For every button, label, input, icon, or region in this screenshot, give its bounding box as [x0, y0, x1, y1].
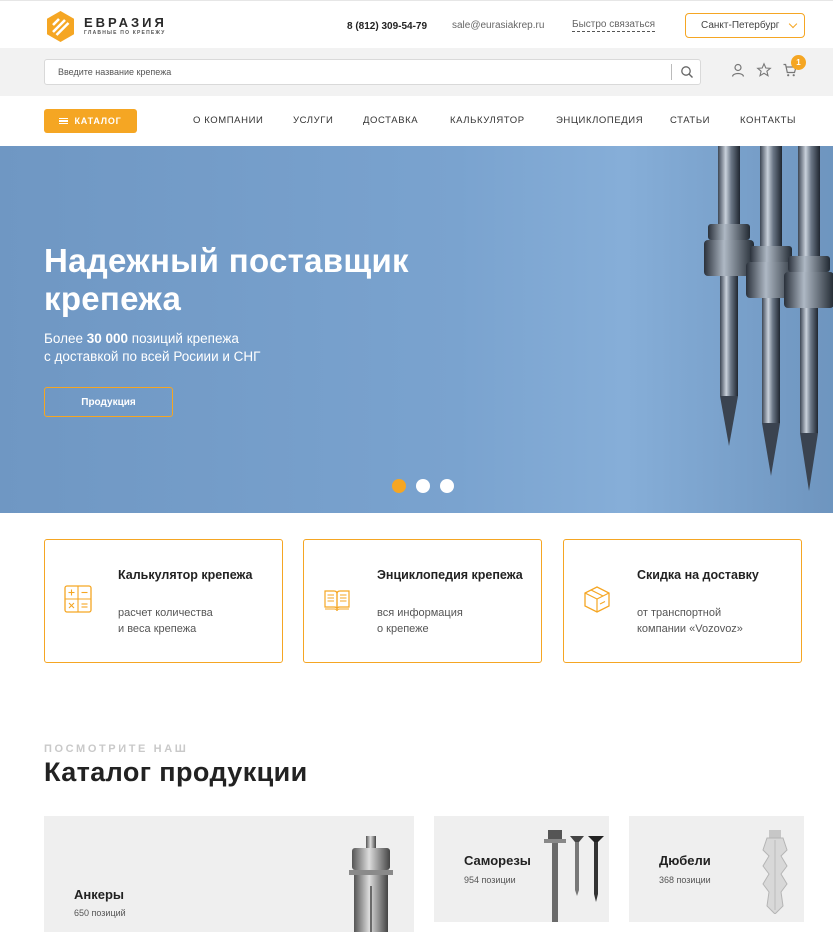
catalog-card-anchors[interactable]: Анкеры 650 позиций: [44, 816, 414, 932]
nav-link-articles[interactable]: СТАТЬИ: [670, 115, 710, 126]
feature-card-encyclopedia[interactable]: Энциклопедия крепежа вся информация о кр…: [303, 539, 542, 663]
logo-tagline: ГЛАВНЫЕ ПО КРЕПЕЖУ: [84, 29, 166, 36]
nav-link-services[interactable]: УСЛУГИ: [293, 115, 333, 126]
nav-link-calculator[interactable]: КАЛЬКУЛЯТОР: [450, 115, 525, 126]
nav-link-delivery[interactable]: ДОСТАВКА: [363, 115, 418, 126]
feature-title: Энциклопедия крепежа: [377, 568, 523, 582]
main-nav: КАТАЛОГ О КОМПАНИИ УСЛУГИ ДОСТАВКА КАЛЬК…: [0, 96, 833, 146]
catalog-button-label: КАТАЛОГ: [74, 116, 122, 126]
hero-subtitle-highlight: 30 000: [86, 331, 129, 346]
feature-title: Калькулятор крепежа: [118, 568, 253, 582]
catalog-card-name: Саморезы: [464, 853, 531, 868]
feature-desc-line1: от транспортной: [637, 607, 722, 619]
search-icon[interactable]: [680, 65, 694, 79]
catalog-eyebrow: ПОСМОТРИТЕ НАШ: [44, 743, 189, 755]
chevron-down-icon: [788, 19, 798, 29]
catalog-button[interactable]: КАТАЛОГ: [44, 109, 137, 133]
feature-card-calculator[interactable]: Калькулятор крепежа расчет количества и …: [44, 539, 283, 663]
hero-subtitle-prefix: Более: [44, 331, 87, 346]
search-band: [0, 48, 833, 96]
feature-desc-line1: вся информация: [377, 607, 463, 619]
nav-link-contacts[interactable]: КОНТАКТЫ: [740, 115, 796, 126]
hero-products-button[interactable]: Продукция: [44, 387, 173, 417]
feature-cards: Калькулятор крепежа расчет количества и …: [44, 539, 803, 663]
feature-desc-line2: и веса крепежа: [118, 623, 197, 635]
cart-count-badge: 1: [791, 55, 806, 70]
feature-title: Скидка на доставку: [637, 568, 759, 582]
menu-icon: [59, 117, 69, 125]
logo-icon: [44, 10, 77, 43]
slider-dots: [392, 479, 454, 493]
user-icon[interactable]: [730, 62, 746, 78]
logo-text: ЕВРАЗИЯ ГЛАВНЫЕ ПО КРЕПЕЖУ: [84, 14, 167, 37]
logo-name: ЕВРАЗИЯ: [84, 14, 167, 30]
anchor-image: [349, 836, 393, 932]
hero-subtitle-line2: с доставкой по всей Росиии и СНГ: [44, 349, 261, 364]
catalog-title: Каталог продукции: [44, 757, 308, 787]
phone-link[interactable]: 8 (812) 309-54-79: [347, 21, 427, 32]
catalog-card-count: 954 позиции: [464, 875, 516, 885]
box-icon: [584, 586, 610, 613]
feature-desc-line2: компании «Vozovoz»: [637, 623, 743, 635]
book-icon: [324, 590, 350, 612]
search-box: [44, 59, 701, 85]
hero-screws-image: [704, 146, 833, 491]
screws-image: [544, 830, 604, 922]
dowel-image: [762, 830, 788, 914]
catalog-card-name: Дюбели: [659, 853, 711, 868]
hero-subtitle: Более 30 000 позиций крепежа с доставкой…: [44, 330, 364, 366]
search-input[interactable]: [45, 60, 645, 84]
feature-desc: вся информация о крепеже: [377, 605, 532, 637]
catalog-card-screws[interactable]: Саморезы 954 позиции: [434, 816, 609, 922]
city-select[interactable]: Санкт-Петербург: [685, 13, 805, 38]
catalog-card-count: 368 позиции: [659, 875, 711, 885]
slider-dot-1[interactable]: [392, 479, 406, 493]
nav-link-encyclopedia[interactable]: ЭНЦИКЛОПЕДИЯ: [556, 115, 643, 126]
email-link[interactable]: sale@eurasiakrep.ru: [452, 20, 544, 31]
catalog-card-count: 650 позиций: [74, 908, 126, 918]
logo[interactable]: ЕВРАЗИЯ ГЛАВНЫЕ ПО КРЕПЕЖУ: [44, 9, 174, 43]
city-select-value: Санкт-Петербург: [701, 20, 780, 31]
search-divider: [671, 64, 672, 80]
quick-contact-link[interactable]: Быстро связаться: [572, 19, 655, 32]
feature-desc-line1: расчет количества: [118, 607, 213, 619]
calculator-icon: [64, 585, 92, 613]
nav-link-about[interactable]: О КОМПАНИИ: [193, 115, 263, 126]
star-icon[interactable]: [756, 62, 772, 78]
top-header: ЕВРАЗИЯ ГЛАВНЫЕ ПО КРЕПЕЖУ 8 (812) 309-5…: [0, 0, 833, 48]
catalog-card-dowels[interactable]: Дюбели 368 позиции: [629, 816, 804, 922]
header-actions: [730, 62, 798, 82]
feature-desc: от транспортной компании «Vozovoz»: [637, 605, 792, 637]
feature-card-delivery-discount[interactable]: Скидка на доставку от транспортной компа…: [563, 539, 802, 663]
slider-dot-3[interactable]: [440, 479, 454, 493]
hero-subtitle-suffix: позиций крепежа: [128, 331, 239, 346]
feature-desc: расчет количества и веса крепежа: [118, 605, 273, 637]
hero-banner: Надежный поставщик крепежа Более 30 000 …: [0, 146, 833, 513]
feature-desc-line2: о крепеже: [377, 623, 429, 635]
hero-title: Надежный поставщик крепежа: [44, 242, 409, 317]
catalog-card-name: Анкеры: [74, 887, 125, 902]
slider-dot-2[interactable]: [416, 479, 430, 493]
